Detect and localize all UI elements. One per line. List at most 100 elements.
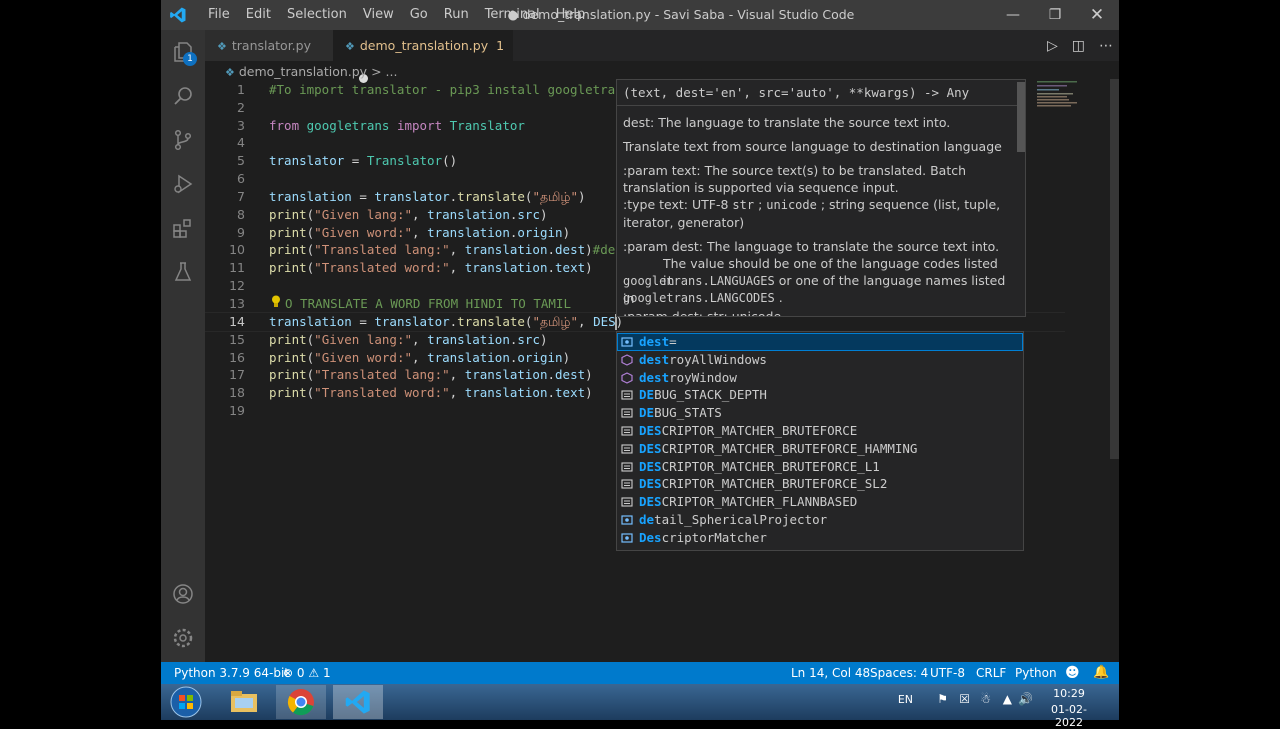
restore-icon[interactable]: ❐ [1033,0,1077,30]
minimize-icon[interactable]: — [991,0,1035,30]
python-file-icon: ❖ [225,66,235,79]
suggestion-item[interactable]: DEBUG_STACK_DEPTH [617,386,1023,404]
line-number: 3 [237,118,245,133]
constant-icon [621,479,633,489]
status-bar: Python 3.7.9 64-bit ⊗ 0 ⚠ 1 Ln 14, Col 4… [161,662,1119,684]
menu-selection[interactable]: Selection [279,0,355,30]
function-signature: (text, dest='en', src='auto', **kwargs) … [617,80,1025,106]
code-line-1: #To import translator - pip3 install goo… [269,82,631,97]
start-button[interactable] [161,685,211,719]
tray-action-center-icon[interactable]: ☒ [959,692,970,706]
search-icon[interactable] [161,74,205,118]
editor-tabs: ❖ translator.py ❖ demo_translation.py 1 ▷ … [205,30,1119,83]
editor-actions: ▷ ◫ ⋯ [1047,30,1113,61]
suggestion-item[interactable]: DescriptorMatcher [617,529,1023,547]
chrome-icon[interactable] [276,685,326,719]
vertical-scrollbar[interactable] [1110,79,1119,459]
input-language[interactable]: EN [898,693,913,706]
split-editor-icon[interactable]: ◫ [1072,38,1085,54]
constant-icon [621,426,633,436]
menu-go[interactable]: Go [402,0,436,30]
clock-date[interactable]: 01-02-2022 [1041,703,1097,729]
error-icon: ⊗ [283,666,294,680]
suggestion-rest: CRIPTOR_MATCHER_BRUTEFORCE_L1 [661,458,880,474]
feedback-icon[interactable]: ☻ [1065,662,1080,684]
suggestion-item[interactable]: detail_SphericalProjector [617,511,1023,529]
suggestion-match: DES [639,423,662,438]
vscode-taskbar-icon[interactable] [333,685,383,719]
code-line-7: translation = translator.translate("தமிழ… [269,189,586,204]
suggestion-rest: CRIPTOR_MATCHER_BRUTEFORCE_SL2 [661,476,888,492]
end-of-line[interactable]: CRLF [976,662,1006,684]
menu-edit[interactable]: Edit [238,0,279,30]
window-title: ● demo_translation.py - Savi Saba - Visu… [507,7,855,22]
account-icon[interactable] [161,572,205,616]
tab-demo-translation-py[interactable]: ❖ demo_translation.py 1 [333,30,513,83]
suggestion-rest: royAllWindows [669,351,767,367]
run-debug-icon[interactable] [161,162,205,206]
suggestion-match: DES [639,440,662,456]
code-line-18: print("Translated word:", translation.te… [269,385,593,400]
explorer-icon[interactable]: 1 [161,30,205,74]
cursor-position[interactable]: Ln 14, Col 48 [791,662,870,684]
extensions-icon[interactable] [161,206,205,250]
suggestion-item[interactable]: DESCRIPTOR_MATCHER_BRUTEFORCE_HAMMING [617,440,1023,458]
breadcrumb-file[interactable]: demo_translation.py [239,64,367,79]
code-line-14: translation = translator.translate("தமிழ… [269,314,624,329]
settings-gear-icon[interactable] [161,616,205,660]
breadcrumb-symbol[interactable]: ... [386,64,398,79]
indentation[interactable]: Spaces: 4 [870,662,928,684]
clock-time[interactable]: 10:29 [1041,687,1097,700]
language-mode[interactable]: Python [1015,662,1057,684]
variable-icon [621,533,633,543]
line-number: 18 [229,385,245,400]
suggestion-item[interactable]: DESCRIPTOR_MATCHER_FLANNBASED [617,493,1023,511]
code-line-9: print("Given word:", translation.origin) [269,225,571,240]
code-line-13: O TRANSLATE A WORD FROM HINDI TO TAMIL [285,296,571,311]
suggestion-item[interactable]: dest= [617,333,1023,351]
code-line-11: print("Translated word:", translation.te… [269,260,593,275]
network-signal-icon[interactable]: ▲ [1003,692,1012,706]
windows-taskbar: EN ⚑ ☒ ☃ ▲ 🔊 10:29 01-02-2022 [161,684,1119,729]
suggestion-rest: criptorMatcher [661,529,767,545]
code-line-10: print("Translated lang:", translation.de… [269,242,631,257]
source-control-icon[interactable] [161,118,205,162]
tab-label: translator.py [231,38,311,53]
hover-scrollbar[interactable] [1017,82,1025,152]
notifications-bell-icon[interactable]: 🔔 [1093,662,1109,684]
suggestion-item[interactable]: DESCRIPTOR_MATCHER_BRUTEFORCE_SL2 [617,475,1023,493]
suggestion-item[interactable]: DESCRIPTOR_MATCHER_BRUTEFORCE_L1 [617,458,1023,476]
hover-cut-line: :param dest: str; unicode [623,309,782,317]
problems-indicator[interactable]: ⊗ 0 ⚠ 1 [283,662,331,684]
vscode-window: File Edit Selection View Go Run Terminal… [161,0,1119,684]
testing-icon[interactable] [161,250,205,294]
menu-file[interactable]: File [200,0,238,30]
close-icon[interactable]: ✕ [1075,0,1119,30]
hover-param-dest: dest: The language to translate the sour… [623,115,951,130]
file-explorer-icon[interactable] [219,685,269,719]
more-actions-icon[interactable]: ⋯ [1099,38,1113,54]
suggestion-item[interactable]: DEBUG_STATS [617,404,1023,422]
python-interpreter[interactable]: Python 3.7.9 64-bit [174,662,289,684]
suggestion-item[interactable]: destroyAllWindows [617,351,1023,369]
minimap[interactable] [1037,79,1107,119]
tray-flag-icon[interactable]: ⚑ [937,692,948,706]
suggestion-item[interactable]: DESCRIPTOR_MATCHER_BRUTEFORCE [617,422,1023,440]
menu-view[interactable]: View [355,0,402,30]
breadcrumb-separator: > [371,64,382,79]
encoding[interactable]: UTF-8 [930,662,965,684]
suggestion-item[interactable]: destroyWindow [617,369,1023,387]
suggestion-rest: CRIPTOR_MATCHER_BRUTEFORCE_HAMMING [661,440,918,456]
python-file-icon: ❖ [345,40,355,53]
line-number: 4 [237,135,245,150]
variable-icon [621,337,633,347]
volume-icon[interactable]: 🔊 [1018,692,1033,706]
hover-param-text: :param text: The source text(s) to be tr… [623,163,967,195]
line-number: 12 [229,278,245,293]
code-line-17: print("Translated lang:", translation.de… [269,367,593,382]
tray-device-icon[interactable]: ☃ [980,692,991,706]
run-file-icon[interactable]: ▷ [1047,38,1058,54]
line-number: 13 [229,296,245,311]
tab-translator-py[interactable]: ❖ translator.py [205,30,333,61]
lightbulb-icon[interactable] [271,295,281,308]
